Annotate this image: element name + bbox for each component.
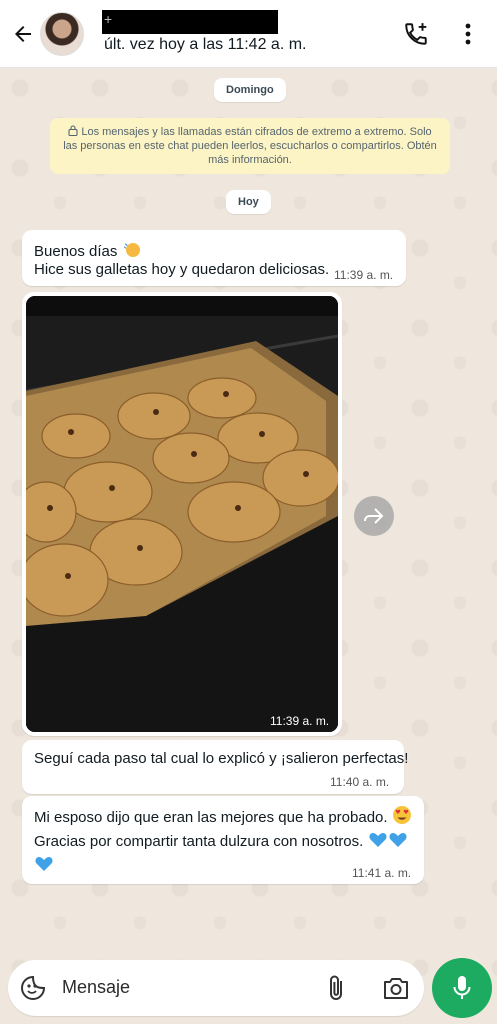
cookies-tray-image <box>26 296 338 732</box>
contact-name-prefix: + <box>104 10 113 27</box>
encryption-notice[interactable]: Los mensajes y las llamadas están cifrad… <box>50 118 450 174</box>
message-input[interactable]: Mensaje <box>62 977 130 998</box>
message-line: Buenos días <box>34 239 142 260</box>
message-text: Mi esposo dijo que eran las mejores que … <box>34 809 388 826</box>
message-bubble[interactable]: Mi esposo dijo que eran las mejores que … <box>22 796 424 884</box>
waving-hand-emoji-icon <box>123 243 140 257</box>
message-time: 11:40 a. m. <box>330 775 390 789</box>
dots-vertical-icon <box>465 23 471 44</box>
blue-hearts-emoji-icon <box>368 833 407 847</box>
contact-name-redacted <box>102 9 278 34</box>
back-button[interactable] <box>6 14 40 54</box>
blue-heart-emoji-icon <box>35 857 53 871</box>
image-message-bubble[interactable]: 11:39 a. m. <box>22 292 342 736</box>
sticker-icon[interactable] <box>20 975 46 1001</box>
paperclip-icon[interactable] <box>326 974 348 1002</box>
contact-info[interactable]: + últ. vez hoy a las 11:42 a. m. <box>94 0 399 68</box>
cookies-photo[interactable]: 11:39 a. m. <box>26 296 338 732</box>
microphone-icon <box>453 976 471 999</box>
message-time: 11:41 a. m. <box>352 866 412 880</box>
message-bubble[interactable]: Buenos días Hice sus galletas hoy y qued… <box>22 230 406 286</box>
message-text: Gracias por compartir tanta dulzura con … <box>34 833 364 850</box>
arrow-left-icon <box>15 25 31 42</box>
message-input-bar[interactable]: Mensaje <box>8 960 424 1016</box>
message-line <box>34 853 54 874</box>
lock-icon <box>68 125 78 137</box>
voice-message-button[interactable] <box>432 958 492 1018</box>
date-chip-domingo: Domingo <box>214 78 286 102</box>
message-text: Hice sus galletas hoy y quedaron delicio… <box>34 261 330 278</box>
phone-plus-icon <box>405 22 427 45</box>
image-time: 11:39 a. m. <box>270 714 330 728</box>
heart-eyes-emoji-icon <box>392 806 411 824</box>
message-line: Mi esposo dijo que eran las mejores que … <box>34 805 412 826</box>
message-line: Gracias por compartir tanta dulzura con … <box>34 829 408 850</box>
forward-button[interactable] <box>354 496 394 536</box>
last-seen-status: últ. vez hoy a las 11:42 a. m. <box>104 35 307 53</box>
message-text: Seguí cada paso tal cual lo explicó y ¡s… <box>34 750 409 767</box>
add-call-button[interactable] <box>399 17 433 51</box>
camera-icon[interactable] <box>382 975 410 1001</box>
forward-arrow-icon <box>364 508 384 524</box>
message-text: Buenos días <box>34 243 118 260</box>
encryption-notice-text: Los mensajes y las llamadas están cifrad… <box>63 126 437 166</box>
message-time: 11:39 a. m. <box>334 268 394 282</box>
chat-header: + últ. vez hoy a las 11:42 a. m. <box>0 0 497 68</box>
message-bubble[interactable]: Seguí cada paso tal cual lo explicó y ¡s… <box>22 740 408 794</box>
contact-avatar[interactable] <box>40 11 84 56</box>
more-options-button[interactable] <box>451 17 485 51</box>
date-chip-hoy: Hoy <box>226 190 271 214</box>
